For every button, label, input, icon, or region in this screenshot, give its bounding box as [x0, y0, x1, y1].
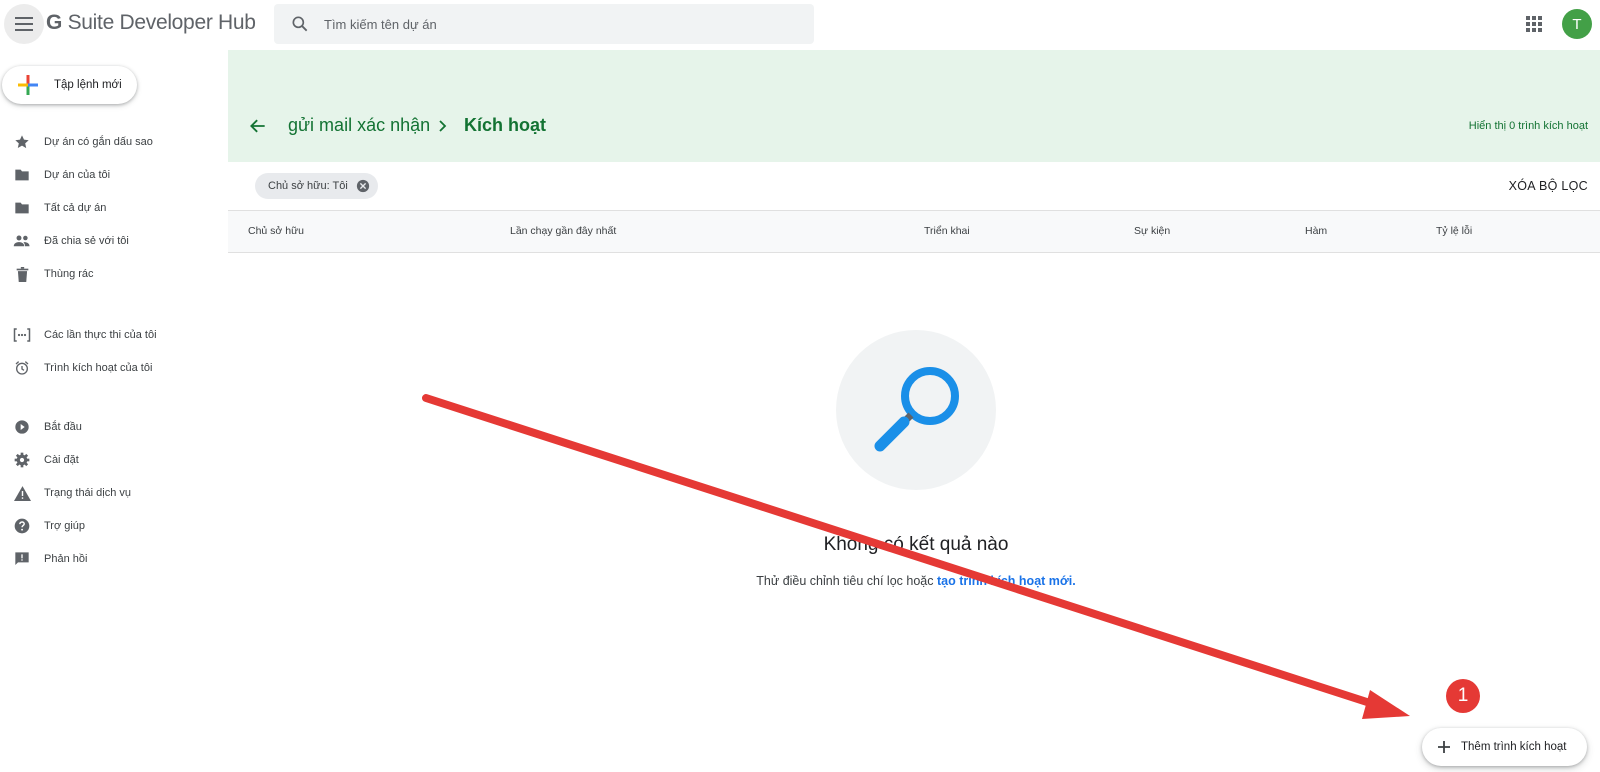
sidebar-item-label: Đã chia sẻ với tôi [44, 235, 129, 247]
column-header-function[interactable]: Hàm [1305, 225, 1327, 237]
sidebar-item-label: Dự án của tôi [44, 169, 111, 181]
trash-icon [13, 265, 31, 283]
breadcrumb-project[interactable]: gửi mail xác nhận [288, 115, 430, 136]
top-app-bar: G Suite Developer Hub T [0, 0, 1600, 48]
sidebar-item-settings[interactable]: Cài đặt [0, 445, 222, 475]
sidebar-item-label: Các lần thực thi của tôi [44, 329, 157, 341]
empty-state-title: Không có kết quả nào [823, 534, 1009, 555]
account-avatar[interactable]: T [1562, 9, 1592, 39]
back-arrow-icon[interactable] [248, 116, 268, 136]
sidebar-item-trash[interactable]: Thùng rác [0, 259, 222, 289]
add-trigger-label: Thêm trình kích hoạt [1461, 741, 1567, 753]
chevron-right-icon [439, 120, 447, 132]
colorful-plus-icon [18, 75, 38, 95]
sidebar-item-starred[interactable]: Dự án có gắn dấu sao [0, 127, 222, 157]
new-script-label: Tập lệnh mới [54, 79, 122, 91]
folder-icon [13, 199, 31, 217]
empty-state-subtitle: Thử điều chỉnh tiêu chí lọc hoặc tạo trì… [0, 574, 1600, 588]
trigger-count: Hiển thị 0 trình kích hoạt [1468, 120, 1588, 132]
app-logo[interactable]: G Suite Developer Hub [46, 11, 256, 35]
plus-icon [1438, 741, 1450, 753]
main-menu-button[interactable] [4, 4, 44, 44]
sidebar-item-my-projects[interactable]: Dự án của tôi [0, 160, 222, 190]
brand-prefix: G [46, 11, 63, 34]
sidebar-item-label: Cài đặt [44, 454, 79, 466]
folder-icon [13, 166, 31, 184]
page-title: Kích hoạt [464, 115, 547, 135]
sidebar-item-label: Tất cả dự án [44, 202, 107, 214]
sidebar-item-label: Trạng thái dịch vụ [44, 487, 132, 499]
sidebar-item-shared[interactable]: Đã chia sẻ với tôi [0, 226, 222, 256]
add-trigger-button[interactable]: Thêm trình kích hoạt [1422, 728, 1587, 766]
empty-state-hint: Thử điều chỉnh tiêu chí lọc hoặc [756, 574, 937, 588]
sidebar-item-all-projects[interactable]: Tất cả dự án [0, 193, 222, 223]
apps-grid-icon[interactable] [1524, 14, 1544, 34]
help-icon [13, 517, 31, 535]
sidebar-item-label: Trợ giúp [44, 520, 86, 532]
search-input[interactable] [324, 16, 784, 32]
search-icon [292, 16, 308, 32]
people-icon [13, 232, 31, 250]
column-header-owner[interactable]: Chủ sở hữu [248, 225, 304, 237]
new-script-button[interactable]: Tập lệnh mới [2, 66, 137, 104]
play-circle-icon [13, 418, 31, 436]
clear-filter-button[interactable]: XÓA BỘ LỌC [1509, 179, 1588, 193]
sidebar-item-label: Thùng rác [44, 268, 94, 280]
annotation-step-badge: 1 [1446, 679, 1480, 713]
brand-name: Suite Developer Hub [67, 11, 256, 34]
search-bar[interactable] [274, 4, 814, 44]
column-header-error-rate[interactable]: Tỷ lệ lỗi [1436, 225, 1472, 237]
warning-icon [13, 484, 31, 502]
sidebar-item-executions[interactable]: Các lần thực thi của tôi [0, 320, 222, 350]
alarm-icon [13, 359, 31, 377]
hamburger-icon [15, 17, 33, 31]
table-header: Chủ sở hữu Lần chạy gần đây nhất Triển k… [228, 210, 1600, 253]
filter-chip-label: Chủ sở hữu: Tôi [268, 180, 348, 192]
sidebar-item-triggers[interactable]: Trình kích hoạt của tôi [0, 353, 222, 383]
star-icon [13, 133, 31, 151]
sidebar-item-label: Dự án có gắn dấu sao [44, 136, 153, 148]
gear-icon [13, 451, 31, 469]
column-header-deployment[interactable]: Triển khai [924, 225, 970, 237]
create-trigger-link[interactable]: tạo trình kích hoạt mới. [937, 574, 1076, 588]
remove-filter-icon[interactable] [356, 179, 370, 193]
page-header: gửi mail xác nhận Kích hoạt Hiển thị 0 t… [228, 50, 1600, 162]
column-header-last-run[interactable]: Lần chạy gần đây nhất [510, 225, 616, 237]
owner-filter-chip[interactable]: Chủ sở hữu: Tôi [255, 173, 378, 199]
magnifier-icon [874, 367, 959, 452]
column-header-event[interactable]: Sự kiện [1134, 225, 1170, 237]
executions-icon [13, 326, 31, 344]
sidebar-item-get-started[interactable]: Bắt đầu [0, 412, 222, 442]
sidebar-item-label: Bắt đầu [44, 421, 82, 433]
sidebar-item-service-status[interactable]: Trạng thái dịch vụ [0, 478, 222, 508]
sidebar-item-label: Trình kích hoạt của tôi [44, 362, 153, 374]
